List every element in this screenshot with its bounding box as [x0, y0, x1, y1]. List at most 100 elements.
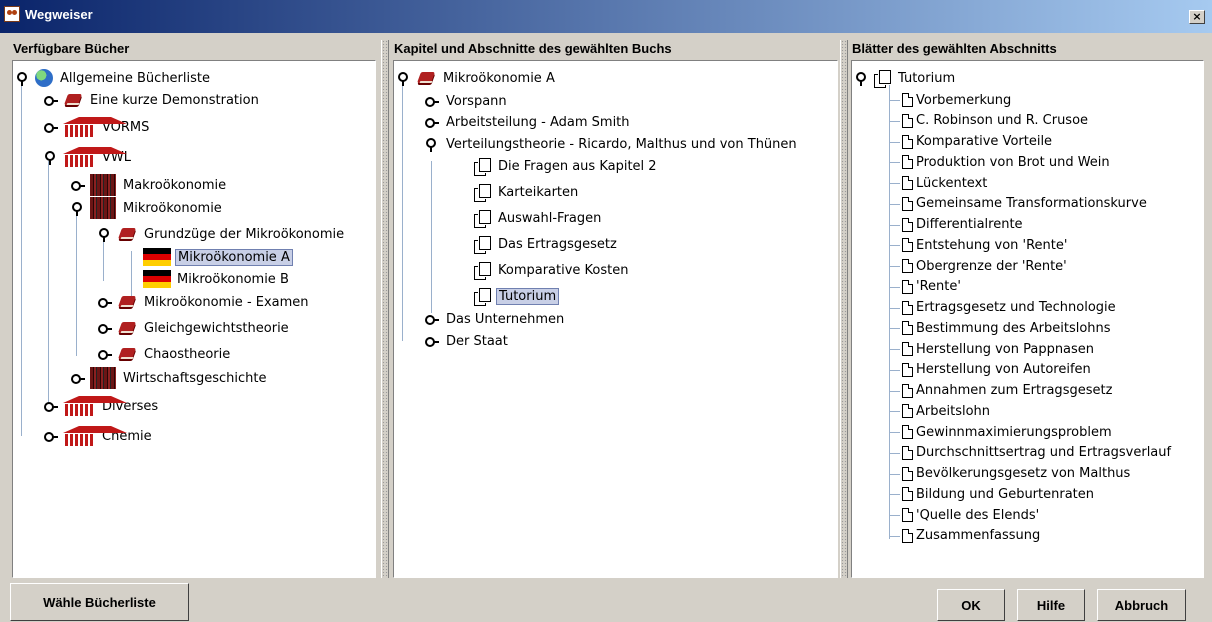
tree-node[interactable]: Gleichgewichtstheorie: [98, 316, 291, 340]
page-icon: [902, 217, 913, 232]
collapse-handle-icon[interactable]: [44, 94, 58, 107]
tree-node[interactable]: Eine kurze Demonstration: [44, 88, 261, 112]
collapse-handle-icon[interactable]: [71, 179, 85, 192]
tree-connector: [889, 100, 900, 101]
collapse-handle-icon[interactable]: [98, 296, 112, 309]
sheet-item[interactable]: Annahmen zum Ertragsgesetz: [902, 380, 1112, 402]
page-icon: [902, 445, 913, 460]
sheet-item[interactable]: Gewinnmaximierungsproblem: [902, 421, 1112, 443]
tree-node[interactable]: Karteikarten: [474, 180, 580, 204]
tree-connector: [889, 535, 900, 537]
sheet-item-label: Herstellung von Pappnasen: [916, 341, 1095, 357]
tree-node[interactable]: Die Fragen aus Kapitel 2: [474, 154, 659, 178]
tree-node[interactable]: Das Ertragsgesetz: [474, 232, 619, 256]
tree-node[interactable]: Grundzüge der Mikroökonomie: [98, 222, 346, 246]
collapse-handle-icon[interactable]: [425, 95, 439, 108]
sheet-item[interactable]: Obergrenze der 'Rente': [902, 255, 1067, 277]
sheet-item[interactable]: Differentialrente: [902, 214, 1023, 236]
tree-node[interactable]: VORMS: [44, 115, 151, 139]
tree-node[interactable]: Mikroökonomie B: [143, 267, 291, 291]
sheet-item-label: Vorbemerkung: [916, 92, 1012, 108]
title-bar[interactable]: Wegweiser ×: [0, 0, 1212, 33]
sheet-item[interactable]: Zusammenfassung: [902, 525, 1040, 547]
expand-handle-icon[interactable]: [98, 227, 111, 242]
collapse-handle-icon[interactable]: [71, 372, 85, 385]
sheet-item-label: Gemeinsame Transformationskurve: [916, 196, 1147, 212]
page-icon: [902, 279, 913, 294]
tree-node[interactable]: Allgemeine Bücherliste: [16, 66, 212, 90]
bookshelf-icon: [90, 174, 116, 196]
ok-button[interactable]: OK: [937, 589, 1005, 621]
tree-node[interactable]: Diverses: [44, 394, 160, 418]
sheet-item[interactable]: 'Rente': [902, 276, 961, 298]
collapse-handle-icon[interactable]: [44, 121, 58, 134]
sheet-item[interactable]: Produktion von Brot und Wein: [902, 151, 1110, 173]
tree-connector: [889, 245, 900, 247]
tree-connector: [889, 307, 900, 309]
sheet-item[interactable]: Bestimmung des Arbeitslohns: [902, 317, 1111, 339]
collapse-handle-icon[interactable]: [98, 348, 112, 361]
sheet-item[interactable]: 'Quelle des Elends': [902, 504, 1039, 526]
tree-node[interactable]: Komparative Kosten: [474, 258, 631, 282]
sheet-item[interactable]: Entstehung von 'Rente': [902, 234, 1067, 256]
page-icon: [902, 321, 913, 336]
collapse-handle-icon[interactable]: [44, 430, 58, 443]
choose-booklist-button[interactable]: Wähle Bücherliste: [10, 583, 189, 621]
collapse-handle-icon[interactable]: [425, 116, 439, 129]
expand-handle-icon[interactable]: [855, 71, 868, 86]
books-tree[interactable]: Allgemeine Bücherliste Eine kurze Demons…: [12, 60, 376, 578]
cancel-button[interactable]: Abbruch: [1097, 589, 1186, 621]
page-icon: [902, 259, 913, 273]
splitter-left[interactable]: [381, 40, 389, 578]
page-icon: [902, 404, 913, 419]
tree-node[interactable]: Mikroökonomie - Examen: [98, 290, 311, 314]
expand-handle-icon[interactable]: [71, 201, 84, 216]
tree-node[interactable]: Makroökonomie: [71, 173, 228, 197]
expand-handle-icon[interactable]: [425, 137, 438, 152]
sheet-item-label: Ertragsgesetz und Technologie: [916, 300, 1116, 315]
tree-node[interactable]: Das Unternehmen: [425, 307, 566, 331]
sheet-item[interactable]: Ertragsgesetz und Technologie: [902, 297, 1116, 319]
tree-node[interactable]: Mikroökonomie A: [397, 66, 557, 90]
collapse-handle-icon[interactable]: [44, 400, 58, 413]
tree-node[interactable]: Tutorium: [855, 66, 957, 90]
chapters-pane: Kapitel und Abschnitte des gewählten Buc…: [393, 40, 838, 578]
sheet-item[interactable]: Herstellung von Pappnasen: [902, 338, 1094, 360]
tree-node-selected[interactable]: Tutorium: [474, 284, 560, 308]
tree-node[interactable]: Verteilungstheorie - Ricardo, Malthus un…: [425, 132, 799, 156]
sheet-item[interactable]: Herstellung von Autoreifen: [902, 359, 1091, 381]
tree-node[interactable]: Auswahl-Fragen: [474, 206, 603, 230]
tree-node-selected[interactable]: Mikroökonomie A: [143, 245, 293, 269]
close-button[interactable]: ×: [1189, 10, 1205, 24]
sheet-item[interactable]: Arbeitslohn: [902, 400, 990, 422]
sheet-item[interactable]: Bevölkerungsgesetz von Malthus: [902, 463, 1130, 485]
tree-node[interactable]: Mikroökonomie: [71, 196, 224, 220]
chapters-tree[interactable]: Mikroökonomie A Vorspann Arbeitsteilung …: [393, 60, 838, 578]
help-button[interactable]: Hilfe: [1017, 589, 1085, 621]
tree-node[interactable]: Arbeitsteilung - Adam Smith: [425, 110, 632, 134]
expand-handle-icon[interactable]: [16, 71, 29, 86]
expand-handle-icon[interactable]: [397, 71, 410, 86]
sheet-item[interactable]: C. Robinson und R. Crusoe: [902, 110, 1088, 132]
tree-node[interactable]: Chaostheorie: [98, 342, 232, 366]
sheet-item[interactable]: Vorbemerkung: [902, 89, 1011, 111]
chapters-pane-header: Kapitel und Abschnitte des gewählten Buc…: [394, 41, 672, 56]
tree-node-label: Mikroökonomie A: [443, 70, 555, 86]
sheets-tree[interactable]: Tutorium Vorbemerkung C. Robinson und R. …: [851, 60, 1204, 578]
sheet-item[interactable]: Bildung und Geburtenraten: [902, 483, 1094, 505]
tree-node[interactable]: Der Staat: [425, 329, 510, 353]
collapse-handle-icon[interactable]: [425, 313, 439, 326]
expand-handle-icon[interactable]: [44, 150, 57, 165]
tree-node[interactable]: VWL: [44, 145, 133, 169]
tree-node[interactable]: Chemie: [44, 424, 154, 448]
sheet-item[interactable]: Komparative Vorteile: [902, 131, 1052, 153]
sheet-item[interactable]: Lückentext: [902, 172, 987, 194]
splitter-right[interactable]: [840, 40, 848, 578]
sheet-item[interactable]: Durchschnittsertrag und Ertragsverlauf: [902, 442, 1171, 464]
sheet-item[interactable]: Gemeinsame Transformationskurve: [902, 193, 1147, 215]
page-icon: [902, 466, 913, 481]
tree-node[interactable]: Wirtschaftsgeschichte: [71, 366, 268, 390]
book-icon: [416, 70, 436, 86]
collapse-handle-icon[interactable]: [425, 335, 439, 348]
collapse-handle-icon[interactable]: [98, 322, 112, 335]
